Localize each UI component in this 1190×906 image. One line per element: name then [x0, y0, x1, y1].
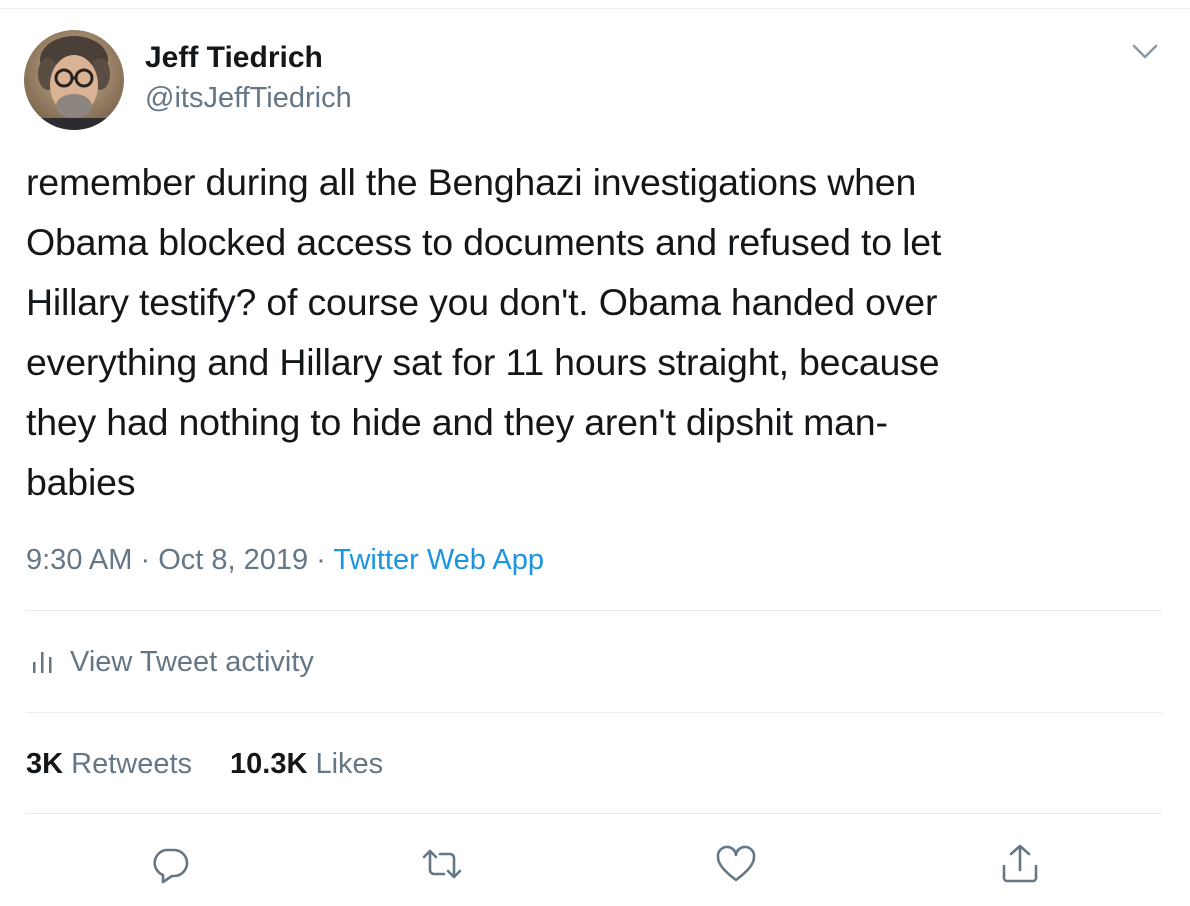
view-activity-link[interactable]: View Tweet activity [30, 642, 314, 682]
tweet-meta: 9:30 AM · Oct 8, 2019 · Twitter Web App [26, 540, 544, 580]
retweets-label: Retweets [71, 748, 193, 780]
tweet-source-link[interactable]: Twitter Web App [333, 544, 544, 576]
retweet-icon[interactable] [420, 842, 464, 886]
divider [26, 610, 1162, 611]
retweets-count: 3K [26, 748, 64, 780]
tweet-line: remember during all the Benghazi investi… [26, 161, 917, 203]
tweet-line: Hillary testify? of course you don't. Ob… [26, 281, 938, 323]
divider [26, 813, 1162, 814]
author-handle[interactable]: @itsJeffTiedrich [145, 80, 352, 116]
retweets-stat[interactable]: 3K Retweets [26, 748, 192, 780]
tweet-time[interactable]: 9:30 AM [26, 544, 132, 576]
tweet-stats: 3K Retweets 10.3K Likes [26, 744, 383, 784]
view-activity-label: View Tweet activity [70, 646, 314, 678]
meta-separator: · [132, 544, 159, 576]
top-divider [0, 8, 1190, 9]
bar-chart-icon [30, 645, 56, 673]
tweet-line: they had nothing to hide and they aren't… [26, 401, 888, 443]
likes-label: Likes [315, 748, 384, 780]
tweet-line: Obama blocked access to documents and re… [26, 221, 942, 263]
likes-count: 10.3K [230, 748, 308, 780]
avatar-image [24, 30, 124, 130]
like-icon[interactable] [714, 842, 758, 886]
likes-stat[interactable]: 10.3K Likes [230, 748, 383, 780]
share-icon[interactable] [998, 842, 1042, 886]
tweet-line: babies [26, 461, 136, 503]
tweet-line: everything and Hillary sat for 11 hours … [26, 341, 940, 383]
tweet-text: remember during all the Benghazi investi… [26, 152, 1166, 512]
author-name[interactable]: Jeff Tiedrich [145, 40, 323, 76]
divider [26, 712, 1162, 713]
tweet-date[interactable]: Oct 8, 2019 [158, 544, 308, 576]
meta-separator: · [308, 544, 334, 576]
reply-icon[interactable] [148, 842, 192, 886]
chevron-down-icon[interactable] [1131, 42, 1159, 62]
avatar[interactable] [24, 30, 124, 130]
